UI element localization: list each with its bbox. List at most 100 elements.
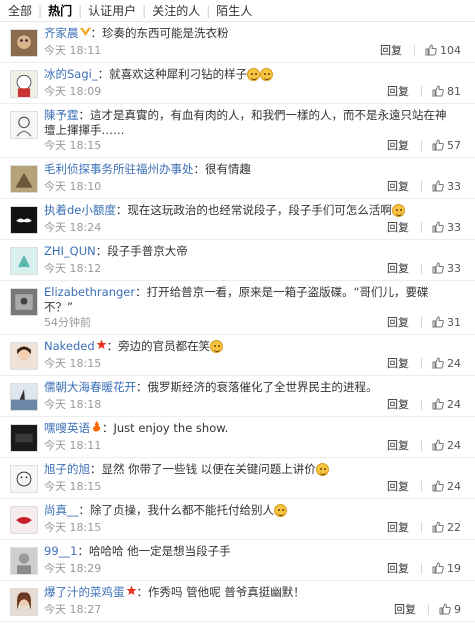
reply-button[interactable]: 回复 [387, 260, 409, 276]
avatar[interactable] [10, 29, 38, 57]
reply-button[interactable]: 回复 [394, 601, 416, 617]
reply-button[interactable]: 回复 [380, 42, 402, 58]
reply-button[interactable]: 回复 [387, 314, 409, 330]
thumb-up-icon [432, 439, 444, 451]
tab-following[interactable]: 关注的人 [146, 0, 206, 22]
fire-badge-icon [91, 421, 102, 436]
tab-hot[interactable]: 热门 [42, 0, 78, 22]
user-avatar-image [11, 207, 37, 233]
comment-item: 旭子的旭：显然 你带了一些钱 以便在关键问题上讲价 今天 18:15 回复 24 [0, 458, 475, 499]
reply-button[interactable]: 回复 [387, 178, 409, 194]
thumb-up-icon [425, 44, 437, 56]
user-avatar-image [11, 289, 37, 315]
commenter-name[interactable]: 旭子的旭 [44, 462, 90, 476]
like-button[interactable]: 31 [432, 316, 461, 329]
comment-actions: 回复 33 [387, 260, 461, 276]
commenter-name[interactable]: 毛利侦探事务所驻福州办事处 [44, 162, 194, 176]
avatar[interactable] [10, 111, 38, 139]
like-button[interactable]: 104 [425, 44, 461, 57]
like-button[interactable]: 81 [432, 85, 461, 98]
commenter-name[interactable]: Elizabethranger [44, 285, 135, 299]
user-avatar-image [11, 71, 37, 97]
like-button[interactable]: 33 [432, 262, 461, 275]
user-avatar-image [11, 466, 37, 492]
like-button[interactable]: 24 [432, 398, 461, 411]
avatar[interactable] [10, 342, 38, 370]
commenter-name[interactable]: 99__1 [44, 544, 77, 558]
commenter-name[interactable]: 爆了汁的菜鸡蛋 [44, 585, 125, 599]
avatar[interactable] [10, 588, 38, 616]
comment-time: 今天 18:29 [44, 562, 102, 575]
avatar[interactable] [10, 206, 38, 234]
like-button[interactable]: 33 [432, 180, 461, 193]
commenter-name[interactable]: 嘿嗖英语 [44, 421, 90, 435]
tab-all[interactable]: 全部 [2, 0, 38, 22]
reply-button[interactable]: 回复 [387, 83, 409, 99]
like-count: 81 [447, 84, 461, 98]
commenter-name[interactable]: 尚真__ [44, 503, 79, 517]
divider [421, 262, 422, 274]
avatar[interactable] [10, 424, 38, 452]
reply-button[interactable]: 回复 [387, 478, 409, 494]
reply-button[interactable]: 回复 [387, 219, 409, 235]
comment-actions: 回复 9 [394, 601, 461, 617]
reply-button[interactable]: 回复 [387, 437, 409, 453]
commenter-name[interactable]: Nakeded [44, 339, 95, 353]
smile-emoji-icon [391, 204, 405, 217]
commenter-name[interactable]: 陳予霆 [44, 108, 79, 122]
like-button[interactable]: 57 [432, 139, 461, 152]
like-button[interactable]: 19 [432, 562, 461, 575]
commenter-name[interactable]: 执着de小额度 [44, 203, 116, 217]
avatar[interactable] [10, 247, 38, 275]
thumb-up-icon [432, 180, 444, 192]
reply-button[interactable]: 回复 [387, 137, 409, 153]
divider [421, 562, 422, 574]
commenter-name[interactable]: 冰的Sagi_ [44, 67, 98, 81]
reply-button[interactable]: 回复 [387, 560, 409, 576]
thumb-up-icon [432, 398, 444, 410]
comment-actions: 回复 24 [387, 355, 461, 371]
reply-button[interactable]: 回复 [387, 396, 409, 412]
comment-item: 儒朝大海春暖花开：俄罗斯经济的衰落催化了全世界民主的进程。 今天 18:18 回复 2… [0, 376, 475, 417]
commenter-name[interactable]: 齐家晨 [44, 26, 79, 40]
comment-text: ：作秀吗 管他呢 普爷真挺幽默！ [136, 585, 305, 599]
star-badge-icon [96, 339, 107, 354]
avatar[interactable] [10, 288, 38, 316]
user-avatar-image [11, 548, 37, 574]
commenter-name[interactable]: ZHI_QUN [44, 244, 96, 258]
comment-time: 今天 18:12 [44, 262, 102, 275]
user-avatar-image [11, 30, 37, 56]
user-avatar-image [11, 166, 37, 192]
reply-button[interactable]: 回复 [387, 355, 409, 371]
like-button[interactable]: 9 [439, 603, 461, 616]
user-avatar-image [11, 425, 37, 451]
avatar[interactable] [10, 465, 38, 493]
reply-button[interactable]: 回复 [387, 519, 409, 535]
thumb-up-icon [432, 480, 444, 492]
like-button[interactable]: 22 [432, 521, 461, 534]
smile-emoji-icon [274, 504, 287, 517]
avatar[interactable] [10, 165, 38, 193]
comment-time: 今天 18:18 [44, 398, 102, 411]
thumb-up-icon [432, 139, 444, 151]
avatar[interactable] [10, 547, 38, 575]
comment-item: 嘿嗖英语 ：Just enjoy the show. 今天 18:11 回复 24 [0, 417, 475, 458]
like-button[interactable]: 24 [432, 480, 461, 493]
avatar[interactable] [10, 383, 38, 411]
comment-actions: 回复 24 [387, 478, 461, 494]
comment-item: 爆了汁的菜鸡蛋 ：作秀吗 管他呢 普爷真挺幽默！ 今天 18:27 回复 9 [0, 581, 475, 622]
tab-strangers[interactable]: 陌生人 [210, 0, 258, 22]
avatar[interactable] [10, 506, 38, 534]
comment-body: 儒朝大海春暖花开：俄罗斯经济的衰落催化了全世界民主的进程。 [44, 380, 451, 395]
avatar[interactable] [10, 70, 38, 98]
divider [421, 139, 422, 151]
comment-time: 今天 18:24 [44, 221, 102, 234]
divider [421, 85, 422, 97]
comment-body: ZHI_QUN：段子手普京大帝 [44, 244, 451, 259]
tab-verified[interactable]: 认证用户 [82, 0, 142, 22]
like-count: 24 [447, 397, 461, 411]
like-button[interactable]: 33 [432, 221, 461, 234]
commenter-name[interactable]: 儒朝大海春暖花开 [44, 380, 136, 394]
like-button[interactable]: 24 [432, 357, 461, 370]
like-button[interactable]: 24 [432, 439, 461, 452]
